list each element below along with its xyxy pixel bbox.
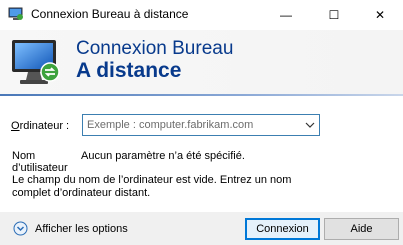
minimize-button[interactable]: — [263,0,309,30]
header-banner: Connexion Bureau A distance [0,30,403,94]
minimize-icon: — [280,8,292,22]
help-button[interactable]: Aide [324,218,399,240]
computer-label: Ordinateur : [11,120,69,132]
connect-button[interactable]: Connexion [245,218,320,240]
close-icon: ✕ [374,8,386,22]
banner-divider [0,94,403,96]
computer-combobox[interactable]: Exemple : computer.fabrikam.com [82,114,320,136]
computer-input-placeholder[interactable]: Exemple : computer.fabrikam.com [87,119,253,131]
window-title: Connexion Bureau à distance [31,7,189,21]
computer-label-accelerator: O [11,120,20,132]
title-bar[interactable]: Connexion Bureau à distance — ☐ ✕ [0,0,403,30]
user-name-value: Aucun paramètre n’a été spécifié. [81,150,245,162]
banner-title: Connexion Bureau [76,38,234,59]
computer-label-text: rdinateur : [19,120,70,132]
remote-desktop-monitor-icon [12,40,60,84]
remote-desktop-icon [8,7,23,20]
banner-subtitle: A distance [76,59,182,82]
close-button[interactable]: ✕ [357,0,403,30]
chevron-down-circle-icon[interactable] [13,221,28,236]
maximize-button[interactable]: ☐ [311,0,357,30]
error-message: Le champ du nom de l’ordinateur est vide… [12,174,292,199]
show-options-link[interactable]: Afficher les options [35,223,128,235]
chevron-down-icon[interactable] [304,119,316,131]
maximize-icon: ☐ [328,8,340,22]
